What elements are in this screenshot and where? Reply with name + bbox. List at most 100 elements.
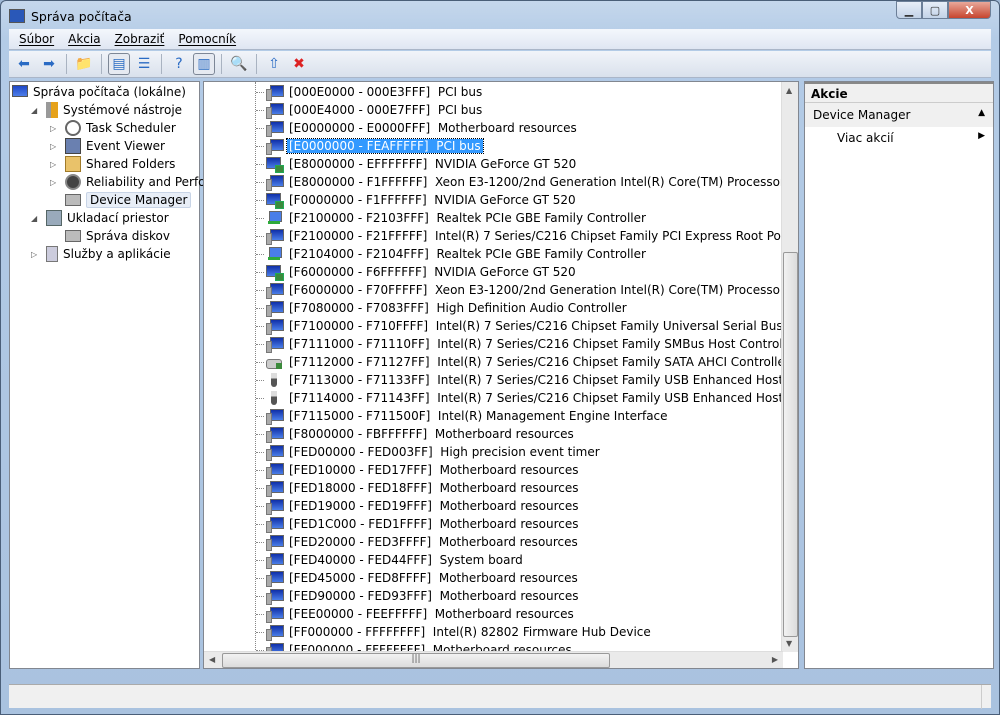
disk-device-icon xyxy=(266,355,282,369)
device-row[interactable]: [F7100000 - F710FFFF] Intel(R) 7 Series/… xyxy=(256,317,798,335)
device-row[interactable]: [F7080000 - F7083FFF] High Definition Au… xyxy=(256,299,627,317)
expand-arrow-icon[interactable]: ▷ xyxy=(31,250,41,259)
device-label: [FED10000 - FED17FFF] Motherboard resour… xyxy=(289,463,579,477)
pc-device-icon xyxy=(266,121,284,137)
device-name: Motherboard resources xyxy=(439,499,579,513)
more-actions-item[interactable]: Viac akcií ▶ xyxy=(805,127,993,151)
device-name: Realtek PCIe GBE Family Controller xyxy=(436,247,646,261)
actions-section-device-manager[interactable]: Device Manager ▲ xyxy=(805,103,993,127)
pc-device-icon xyxy=(266,85,284,101)
device-row[interactable]: [E0000000 - FEAFFFFF] PCI bus xyxy=(256,137,484,155)
menu-file[interactable]: Súbor xyxy=(19,32,54,46)
device-label: [F7112000 - F71127FF] Intel(R) 7 Series/… xyxy=(289,355,790,369)
device-row[interactable]: [FEE00000 - FEEFFFFF] Motherboard resour… xyxy=(256,605,574,623)
tree-item[interactable]: ▷ Event Viewer xyxy=(50,137,165,155)
expand-arrow-icon[interactable]: ◢ xyxy=(31,214,41,223)
device-row[interactable]: [E0000000 - E0000FFF] Motherboard resour… xyxy=(256,119,577,137)
forward-icon[interactable]: ➡ xyxy=(38,53,60,75)
scroll-up-icon[interactable]: ▲ xyxy=(786,86,792,95)
help-icon[interactable]: ? xyxy=(168,53,190,75)
device-label: [FED1C000 - FED1FFFF] Motherboard resour… xyxy=(289,517,579,531)
device-row[interactable]: [FF000000 - FFFFFFFF] Intel(R) 82802 Fir… xyxy=(256,623,651,641)
expand-arrow-icon[interactable]: ▷ xyxy=(50,124,60,133)
minimize-button[interactable]: ▁ xyxy=(896,1,922,19)
device-row[interactable]: [FED20000 - FED3FFFF] Motherboard resour… xyxy=(256,533,578,551)
expand-arrow-icon[interactable]: ▷ xyxy=(50,142,60,151)
device-row[interactable]: [F7113000 - F71133FF] Intel(R) 7 Series/… xyxy=(256,371,798,389)
device-row[interactable]: [F2104000 - F2104FFF] Realtek PCIe GBE F… xyxy=(256,245,646,263)
expand-arrow-icon[interactable]: ◢ xyxy=(31,106,41,115)
address-range: [F7080000 - F7083FFF] xyxy=(289,301,429,315)
menu-action[interactable]: Akcia xyxy=(68,32,100,46)
device-row[interactable]: [F7112000 - F71127FF] Intel(R) 7 Series/… xyxy=(256,353,790,371)
menu-help[interactable]: Pomocník xyxy=(178,32,236,46)
device-row[interactable]: [FED19000 - FED19FFF] Motherboard resour… xyxy=(256,497,579,515)
device-row[interactable]: [F2100000 - F21FFFFF] Intel(R) 7 Series/… xyxy=(256,227,798,245)
device-row[interactable]: [E8000000 - EFFFFFFF] NVIDIA GeForce GT … xyxy=(256,155,576,173)
scroll-left-icon[interactable]: ◀ xyxy=(209,655,215,664)
collapse-icon[interactable]: ▲ xyxy=(978,108,985,122)
properties-icon[interactable]: ☰ xyxy=(133,53,155,75)
vertical-scrollbar[interactable]: ▲ ▼ xyxy=(781,82,798,652)
device-row[interactable]: [FED10000 - FED17FFF] Motherboard resour… xyxy=(256,461,579,479)
device-name: Motherboard resources xyxy=(439,589,579,603)
device-row[interactable]: [FED00000 - FED003FF] High precision eve… xyxy=(256,443,600,461)
tree-item[interactable]: ▷ Task Scheduler xyxy=(50,119,176,137)
device-row[interactable]: [000E4000 - 000E7FFF] PCI bus xyxy=(256,101,482,119)
device-row[interactable]: [F6000000 - F70FFFFF] Xeon E3-1200/2nd G… xyxy=(256,281,798,299)
device-label: [F0000000 - F1FFFFFF] NVIDIA GeForce GT … xyxy=(289,193,576,207)
device-label: [000E0000 - 000E3FFF] PCI bus xyxy=(289,85,482,99)
vertical-scroll-thumb[interactable] xyxy=(783,252,798,637)
device-row[interactable]: [FED40000 - FED44FFF] System board xyxy=(256,551,523,569)
pc-device-icon xyxy=(266,337,284,353)
scroll-down-icon[interactable]: ▼ xyxy=(786,639,792,648)
device-row[interactable]: [FED18000 - FED18FFF] Motherboard resour… xyxy=(256,479,579,497)
tree-item[interactable]: ▷ Služby a aplikácie xyxy=(31,245,171,263)
back-icon[interactable]: ⬅ xyxy=(13,53,35,75)
show-hide-action-pane-icon[interactable]: ▥ xyxy=(193,53,215,75)
expand-arrow-icon[interactable]: ▷ xyxy=(50,160,60,169)
update-driver-icon[interactable]: ⇧ xyxy=(263,53,285,75)
device-row[interactable]: [F8000000 - FBFFFFFF] Motherboard resour… xyxy=(256,425,574,443)
show-hide-console-tree-icon[interactable]: ▤ xyxy=(108,53,130,75)
device-row[interactable]: [F6000000 - F6FFFFFF] NVIDIA GeForce GT … xyxy=(256,263,576,281)
pc-device-icon xyxy=(266,427,284,443)
device-row[interactable]: [F7114000 - F71143FF] Intel(R) 7 Series/… xyxy=(256,389,798,407)
device-row[interactable]: [F7111000 - F71110FF] Intel(R) 7 Series/… xyxy=(256,335,799,353)
maximize-button[interactable]: ▢ xyxy=(922,1,948,19)
device-row[interactable]: [E8000000 - F1FFFFFF] Xeon E3-1200/2nd G… xyxy=(256,173,798,191)
device-label: [E8000000 - F1FFFFFF] Xeon E3-1200/2nd G… xyxy=(289,175,798,189)
tree-item[interactable]: ▷ Shared Folders xyxy=(50,155,175,173)
address-range: [E8000000 - F1FFFFFF] xyxy=(289,175,428,189)
horizontal-scroll-thumb[interactable]: ||| xyxy=(222,653,610,668)
device-row[interactable]: [F2100000 - F2103FFF] Realtek PCIe GBE F… xyxy=(256,209,646,227)
scroll-right-icon[interactable]: ▶ xyxy=(772,655,778,664)
pc-device-icon xyxy=(266,589,284,605)
device-row[interactable]: [F7115000 - F711500F] Intel(R) Managemen… xyxy=(256,407,668,425)
expand-arrow-icon[interactable]: ▷ xyxy=(50,178,60,187)
pc-device-icon xyxy=(266,607,284,623)
device-row[interactable]: [F0000000 - F1FFFFFF] NVIDIA GeForce GT … xyxy=(256,191,576,209)
address-range: [F8000000 - FBFFFFFF] xyxy=(289,427,428,441)
device-name: Intel(R) 7 Series/C216 Chipset Family SM… xyxy=(437,337,799,351)
tree-item[interactable]: Správa diskov xyxy=(50,227,170,245)
device-row[interactable]: [FED45000 - FED8FFFF] Motherboard resour… xyxy=(256,569,578,587)
scan-hardware-icon[interactable]: 🔍 xyxy=(228,53,250,75)
up-folder-icon[interactable]: 📁 xyxy=(73,53,95,75)
menu-view[interactable]: Zobraziť xyxy=(115,32,165,46)
tree-item[interactable]: ◢ Ukladací priestor xyxy=(31,209,169,227)
device-label: [F7115000 - F711500F] Intel(R) Managemen… xyxy=(289,409,668,423)
tree-item-label: Správa počítača (lokálne) xyxy=(33,85,186,99)
toolbar-separator xyxy=(256,54,257,74)
device-name: NVIDIA GeForce GT 520 xyxy=(434,193,576,207)
tree-item[interactable]: Device Manager xyxy=(50,191,192,209)
device-row[interactable]: [000E0000 - 000E3FFF] PCI bus xyxy=(256,83,482,101)
address-range: [F2104000 - F2104FFF] xyxy=(289,247,429,261)
tree-item[interactable]: ◢ Systémové nástroje xyxy=(31,101,182,119)
device-row[interactable]: [FED1C000 - FED1FFFF] Motherboard resour… xyxy=(256,515,579,533)
horizontal-scrollbar[interactable]: ◀ ||| ▶ xyxy=(204,651,783,668)
uninstall-icon[interactable]: ✖ xyxy=(288,53,310,75)
tree-item[interactable]: Správa počítača (lokálne) xyxy=(12,83,186,101)
close-button[interactable]: X xyxy=(948,1,991,19)
device-row[interactable]: [FED90000 - FED93FFF] Motherboard resour… xyxy=(256,587,579,605)
